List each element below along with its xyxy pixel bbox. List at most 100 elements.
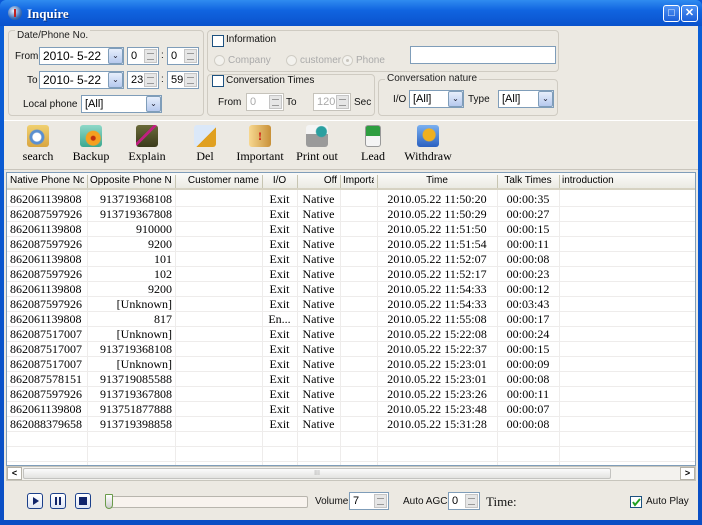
column-header-introduction[interactable]: introduction — [562, 175, 692, 186]
to-minute-spinner[interactable]: 59 — [167, 71, 199, 89]
cell-off: Native — [302, 417, 335, 431]
radio-customer[interactable] — [286, 55, 297, 66]
cell-time: 2010.05.22 11:54:33 — [387, 282, 487, 296]
table-row[interactable]: 862087517007 [Unknown] Exit Native 2010.05.2… — [7, 357, 695, 372]
print-out-label: Print out — [296, 149, 338, 163]
scroll-left-button[interactable]: < — [7, 467, 22, 480]
column-header-io[interactable]: I/O — [265, 175, 294, 186]
column-divider[interactable] — [377, 175, 378, 188]
cell-opposite-phone: 9200 — [148, 282, 172, 296]
column-header-important[interactable]: Importan — [343, 175, 374, 186]
times-from-spinner[interactable]: 0 — [246, 93, 284, 111]
table-row[interactable]: 862061139808 910000 Exit Native 2010.05.22 1… — [7, 222, 695, 237]
cell-off: Native — [302, 387, 335, 401]
table-row[interactable]: 862087517007 [Unknown] Exit Native 2010.05.2… — [7, 327, 695, 342]
auto-play-checkbox[interactable] — [630, 496, 642, 508]
table-row[interactable]: 862088379658 913719398858 Exit Native 2010.0… — [7, 417, 695, 432]
stop-button[interactable] — [75, 493, 91, 509]
column-divider[interactable] — [175, 175, 176, 188]
to-hour-spinner[interactable]: 23 — [127, 71, 159, 89]
spin-buttons[interactable] — [374, 494, 387, 508]
column-divider[interactable] — [497, 175, 498, 188]
column-header-opposite-phone[interactable]: Opposite Phone No. — [90, 175, 172, 186]
table-row[interactable]: 862087597926 [Unknown] Exit Native 2010.05.2… — [7, 297, 695, 312]
cell-talk-times: 00:00:17 — [506, 312, 550, 326]
type-label: Type — [468, 94, 490, 105]
print-out-button[interactable]: Print out — [294, 125, 340, 164]
column-header-native-phone[interactable]: Native Phone No. — [10, 175, 84, 186]
table-row[interactable] — [7, 447, 695, 462]
explain-button[interactable]: Explain — [126, 125, 168, 164]
auto-agc-spinner[interactable]: 0 — [448, 492, 480, 510]
local-phone-select[interactable]: [All] ⌄ — [81, 95, 162, 113]
cell-opposite-phone: 913719398858 — [100, 417, 172, 431]
information-checkbox[interactable] — [212, 35, 224, 47]
table-row[interactable]: 862061139808 9200 Exit Native 2010.05.22 11:… — [7, 282, 695, 297]
spin-buttons[interactable] — [144, 73, 157, 87]
chevron-down-icon[interactable]: ⌄ — [108, 48, 123, 64]
backup-button[interactable]: Backup — [70, 125, 112, 164]
cell-opposite-phone: 9200 — [148, 237, 172, 251]
times-to-spinner[interactable]: 120 — [313, 93, 351, 111]
table-row[interactable]: 862087517007 913719368108 Exit Native 2010.0… — [7, 342, 695, 357]
close-button[interactable]: ✕ — [681, 5, 698, 22]
column-header-talk-times[interactable]: Talk Times — [500, 175, 556, 186]
excel-export-icon — [365, 125, 381, 147]
chevron-down-icon[interactable]: ⌄ — [448, 91, 463, 107]
io-select[interactable]: [All] ⌄ — [409, 90, 464, 108]
table-row[interactable]: 862087597926 913719367808 Exit Native 2010.0… — [7, 387, 695, 402]
customer-label: customer — [300, 55, 342, 66]
horizontal-scrollbar[interactable]: < III > — [6, 466, 696, 481]
playback-position-slider[interactable] — [105, 494, 308, 509]
spin-buttons[interactable] — [184, 73, 197, 87]
scroll-right-button[interactable]: > — [680, 467, 695, 480]
maximize-button[interactable]: □ — [663, 5, 680, 22]
chevron-down-icon[interactable]: ⌄ — [538, 91, 553, 107]
important-button[interactable]: ! Important — [234, 125, 286, 164]
from-minute-spinner[interactable]: 0 — [167, 47, 199, 65]
radio-phone[interactable] — [342, 55, 353, 66]
table-row[interactable]: 862087597926 9200 Exit Native 2010.05.22 11:… — [7, 237, 695, 252]
scrollbar-thumb[interactable]: III — [23, 468, 611, 479]
io-value: [All] — [413, 93, 432, 105]
column-header-customer-name[interactable]: Customer name — [178, 175, 259, 186]
slider-thumb[interactable] — [105, 494, 113, 509]
type-select[interactable]: [All] ⌄ — [498, 90, 554, 108]
column-divider[interactable] — [262, 175, 263, 188]
from-hour-spinner[interactable]: 0 — [127, 47, 159, 65]
spin-buttons[interactable] — [336, 95, 349, 109]
from-date-picker[interactable]: 2010- 5-22 ⌄ — [39, 47, 124, 65]
search-button[interactable]: search — [18, 125, 58, 164]
table-row[interactable]: 862061139808 101 Exit Native 2010.05.22 11:5… — [7, 252, 695, 267]
cell-off: Native — [302, 192, 335, 206]
pause-button[interactable] — [50, 493, 66, 509]
column-divider[interactable] — [340, 175, 341, 188]
withdraw-button[interactable]: Withdraw — [402, 125, 454, 164]
spin-buttons[interactable] — [144, 49, 157, 63]
column-divider[interactable] — [297, 175, 298, 188]
table-row[interactable]: 862061139808 913751877888 Exit Native 2010.0… — [7, 402, 695, 417]
table-row[interactable]: 862061139808 817 En... Native 2010.05.22 11:… — [7, 312, 695, 327]
del-button[interactable]: Del — [190, 125, 220, 164]
table-row[interactable]: 862061139808 913719368108 Exit Native 2010.0… — [7, 192, 695, 207]
table-row[interactable]: 862087597926 102 Exit Native 2010.05.22 11:5… — [7, 267, 695, 282]
column-header-time[interactable]: Time — [380, 175, 494, 186]
lead-button[interactable]: Lead — [358, 125, 388, 164]
table-row[interactable]: 862087597926 913719367808 Exit Native 2010.0… — [7, 207, 695, 222]
information-search-input[interactable] — [410, 46, 556, 64]
spin-buttons[interactable] — [269, 95, 282, 109]
chevron-down-icon[interactable]: ⌄ — [146, 96, 161, 112]
conversation-times-checkbox[interactable] — [212, 75, 224, 87]
table-row[interactable]: 862087578151 913719085588 Exit Native 2010.0… — [7, 372, 695, 387]
spin-buttons[interactable] — [465, 494, 478, 508]
column-header-off[interactable]: Off — [300, 175, 337, 186]
play-button[interactable] — [27, 493, 43, 509]
to-date-picker[interactable]: 2010- 5-22 ⌄ — [39, 71, 124, 89]
column-divider[interactable] — [87, 175, 88, 188]
spin-buttons[interactable] — [184, 49, 197, 63]
radio-company[interactable] — [214, 55, 225, 66]
column-divider[interactable] — [559, 175, 560, 188]
chevron-down-icon[interactable]: ⌄ — [108, 72, 123, 88]
volume-spinner[interactable]: 7 — [349, 492, 389, 510]
table-row[interactable] — [7, 432, 695, 447]
